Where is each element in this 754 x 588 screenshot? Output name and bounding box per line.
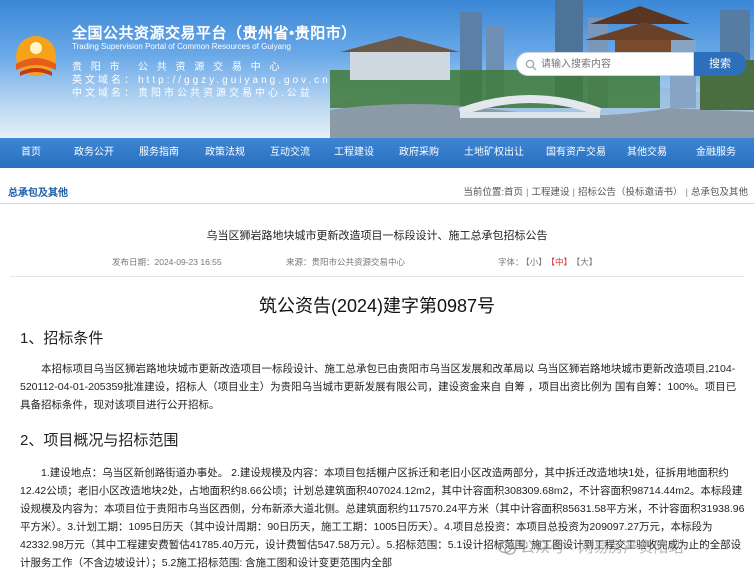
- breadcrumb: 当前位置:首页 | 工程建设 | 招标公告（投标邀请书） | 总承包及其他: [463, 187, 748, 198]
- font-size-small[interactable]: 【小】: [526, 257, 547, 267]
- section-1-heading: 1、招标条件: [20, 330, 104, 347]
- breadcrumb-tender-notice[interactable]: 招标公告（投标邀请书）: [578, 187, 683, 198]
- nav-item-finance[interactable]: 金融服务: [678, 138, 754, 168]
- site-subtitle: Trading Supervision Portal of Common Res…: [72, 42, 291, 51]
- breadcrumb-current[interactable]: 总承包及其他: [691, 187, 748, 198]
- nav-item-procurement[interactable]: 政府采购: [386, 138, 452, 168]
- publish-time: 发布日期：2024-09-23 16:55: [112, 257, 222, 267]
- search-button[interactable]: 搜索: [694, 52, 746, 76]
- search-box: [516, 52, 694, 76]
- article-source: 来源：贵阳市公共资源交易中心: [286, 257, 406, 267]
- font-size-switcher: 字体： 【小】 【中】 【大】: [498, 256, 599, 268]
- breadcrumb-construction[interactable]: 工程建设: [532, 187, 570, 198]
- font-size-label: 字体：: [498, 257, 524, 267]
- wechat-icon: [498, 540, 516, 555]
- nav-item-gov-affairs[interactable]: 政务公开: [62, 138, 126, 168]
- nav-item-land-mining[interactable]: 土地矿权出让: [452, 138, 536, 168]
- nav-item-other-trades[interactable]: 其他交易: [616, 138, 678, 168]
- search-input[interactable]: [517, 53, 693, 75]
- breadcrumb-home[interactable]: 当前位置:首页: [463, 187, 523, 198]
- cn-domain-value[interactable]: 贵阳市公共资源交易中心.公益: [138, 88, 313, 99]
- article-title: 乌当区狮岩路地块城市更新改造项目一标段设计、施工总承包招标公告: [206, 230, 548, 242]
- font-size-large[interactable]: 【大】: [576, 257, 597, 267]
- search-icon: [525, 59, 537, 71]
- section-1-text: 本招标项目乌当区狮岩路地块城市更新改造项目一标段设计、施工总承包已由贵阳市乌当区…: [20, 363, 737, 411]
- nav-item-interaction[interactable]: 互动交流: [258, 138, 322, 168]
- document-number: 筑公资告(2024)建字第0987号: [258, 296, 496, 316]
- site-info-cn-domain: 中文域名：贵阳市公共资源交易中心.公益: [72, 84, 313, 99]
- nav-item-home[interactable]: 首页: [0, 138, 62, 168]
- main-nav: 首页 政务公开 服务指南 政策法规 互动交流 工程建设 政府采购 土地矿权出让 …: [0, 138, 754, 168]
- section-name: 总承包及其他: [8, 188, 68, 199]
- breadcrumb-row: 总承包及其他 当前位置:首页 | 工程建设 | 招标公告（投标邀请书） | 总承包及其他: [0, 178, 754, 204]
- header-divider: [10, 276, 744, 277]
- watermark-text: 公众号 · 网易房产贵阳站: [520, 539, 684, 556]
- nav-item-service-guide[interactable]: 服务指南: [126, 138, 192, 168]
- nav-item-construction[interactable]: 工程建设: [322, 138, 386, 168]
- cn-domain-label: 中文域名：: [72, 88, 137, 99]
- section-2-heading: 2、项目概况与招标范围: [20, 432, 179, 449]
- site-logo-icon: [16, 36, 56, 76]
- nav-item-policy[interactable]: 政策法规: [192, 138, 258, 168]
- site-title: 全国公共资源交易平台（贵州省•贵阳市）: [72, 25, 357, 42]
- header-banner: 全国公共资源交易平台（贵州省•贵阳市） Trading Supervision …: [0, 0, 754, 138]
- nav-item-state-assets[interactable]: 国有资产交易: [536, 138, 616, 168]
- watermark: 公众号 · 网易房产贵阳站: [498, 536, 683, 557]
- font-size-medium[interactable]: 【中】: [551, 257, 572, 267]
